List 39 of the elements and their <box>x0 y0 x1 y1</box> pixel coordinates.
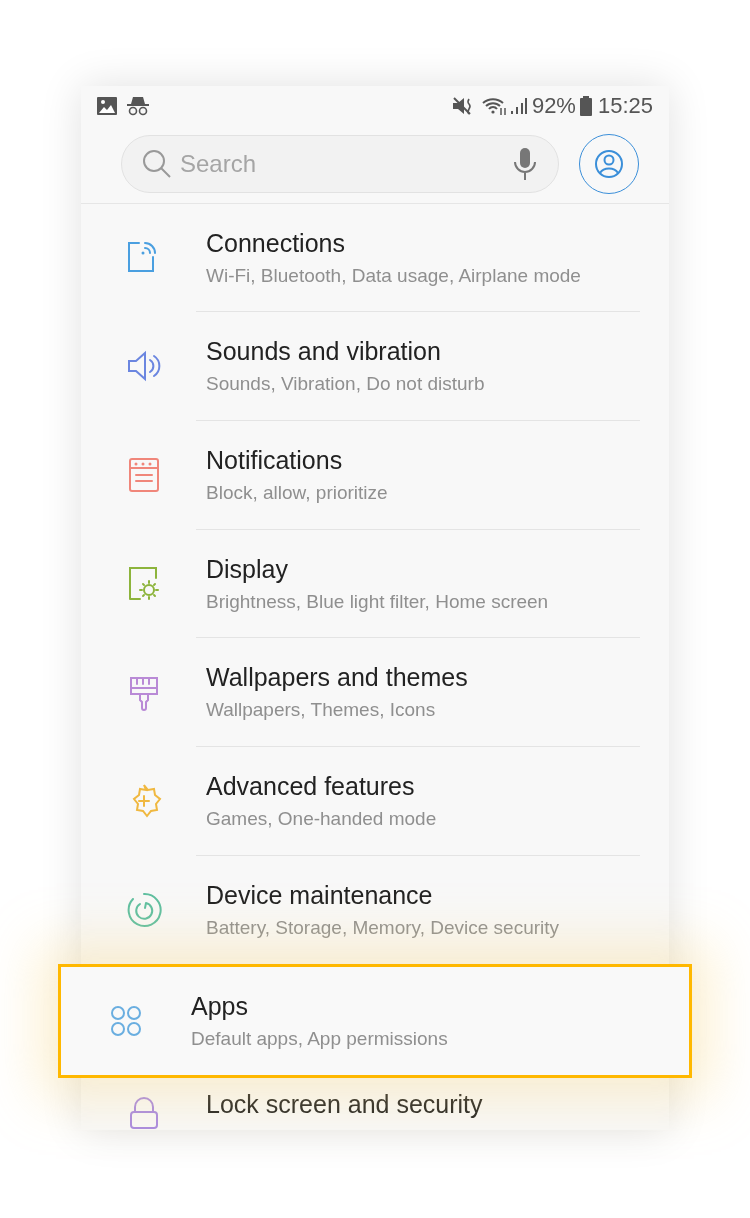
item-subtitle: Brightness, Blue light filter, Home screen <box>206 589 550 614</box>
settings-item[interactable]: Notifications Block, allow, prioritize <box>81 421 669 530</box>
settings-item[interactable]: Device maintenance Battery, Storage, Memory, Device security <box>81 855 669 965</box>
item-title: Connections <box>206 227 346 259</box>
item-title: Apps <box>191 991 249 1023</box>
settings-item[interactable]: Connections Wi-Fi, Bluetooth, Data usage, Airplane mode <box>81 203 669 313</box>
mute-icon <box>451 95 474 116</box>
item-subtitle: Block, allow, prioritize <box>206 480 389 505</box>
item-subtitle: Games, One-handed mode <box>206 806 438 831</box>
item-subtitle: Battery, Storage, Memory, Device security <box>206 916 561 941</box>
item-subtitle: Default apps, App permissions <box>191 1027 449 1052</box>
item-title: Sounds and vibration <box>206 336 442 368</box>
search-field[interactable]: Search <box>180 146 504 183</box>
wifi-icon <box>481 95 508 116</box>
incognito-icon <box>127 95 149 116</box>
profile-icon <box>594 149 624 180</box>
battery-percent: 92% <box>531 92 576 121</box>
signal-icon <box>509 95 528 116</box>
settings-item[interactable]: Apps Default apps, App permissions <box>58 964 692 1079</box>
image-icon <box>97 96 117 115</box>
settings-item[interactable]: Display Brightness, Blue light filter, Home screen <box>81 529 669 639</box>
item-subtitle: Wallpapers, Themes, Icons <box>206 698 437 723</box>
search-icon <box>142 149 172 180</box>
item-title: Advanced features <box>206 770 416 802</box>
battery-icon <box>579 95 592 116</box>
settings-item[interactable]: Advanced features Games, One-handed mode <box>81 747 669 856</box>
microphone-icon[interactable] <box>512 148 538 181</box>
item-title: Device maintenance <box>206 880 434 912</box>
item-subtitle: Sounds, Vibration, Do not disturb <box>206 372 486 397</box>
clock-time: 15:25 <box>597 92 653 121</box>
item-title: Display <box>206 553 289 585</box>
item-subtitle: Wi-Fi, Bluetooth, Data usage, Airplane mode <box>206 263 582 288</box>
settings-item[interactable]: Lock screen and security <box>81 1078 669 1130</box>
settings-item[interactable]: Sounds and vibration Sounds, Vibration, Do not disturb <box>81 312 669 422</box>
search-bar[interactable]: Search <box>121 135 559 194</box>
item-title: Wallpapers and themes <box>206 662 469 694</box>
item-title: Lock screen and security <box>206 1089 484 1121</box>
item-title: Notifications <box>206 444 344 476</box>
settings-item[interactable]: Wallpapers and themes Wallpapers, Themes, Icons <box>81 638 669 748</box>
